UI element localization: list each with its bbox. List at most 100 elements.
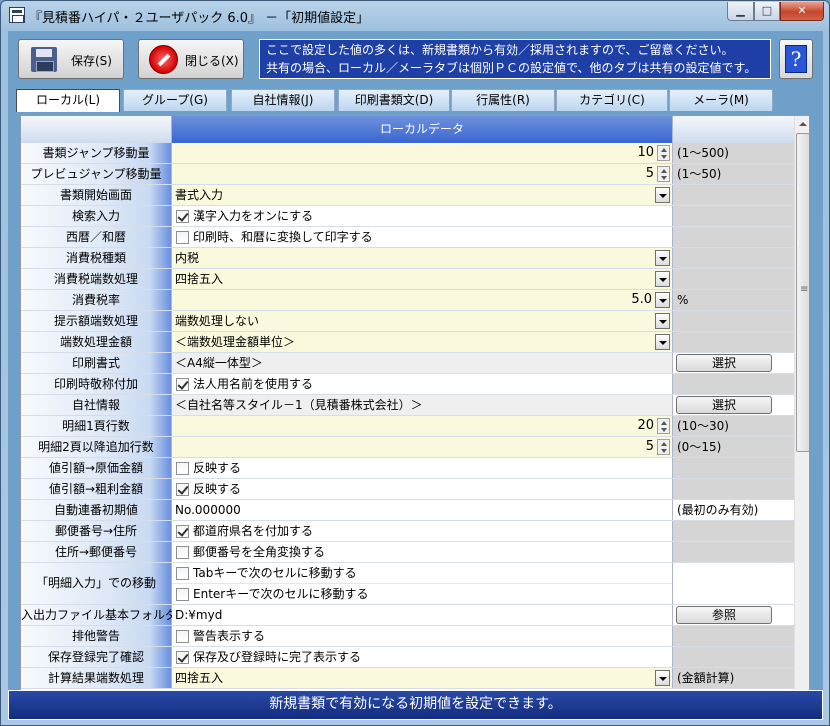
row-value: 保存及び登録時に完了表示する: [172, 647, 673, 667]
settings-row: 明細1頁行数 20 (10〜30): [21, 416, 794, 437]
status-bar: 新規書類で有効になる初期値を設定できます。: [8, 690, 823, 720]
settings-row: 書類開始画面 書式入力: [21, 185, 794, 206]
checkbox[interactable]: [176, 588, 189, 601]
number-input[interactable]: 10: [637, 143, 654, 163]
tab-5[interactable]: カテゴリ(C): [556, 89, 668, 111]
app-icon[interactable]: [9, 7, 25, 23]
row-label: 「明細入力」での移動: [21, 563, 172, 604]
settings-row: 端数処理金額 ＜端数処理金額単位＞: [21, 332, 794, 353]
settings-row: 自社情報 ＜自社名等スタイル－1（見積番株式会社）＞ 選択: [21, 395, 794, 416]
text-input[interactable]: D:¥myd: [175, 605, 222, 625]
checkbox[interactable]: [176, 546, 189, 559]
dropdown-arrow-icon[interactable]: [655, 313, 670, 329]
tab-strip: ローカル(L) グループ(G) 自社情報(J) 印刷書類文(D) 行属性(R) カテゴリ(…: [8, 89, 823, 112]
tab-6[interactable]: メーラ(M): [669, 89, 773, 111]
row-extra: 参照: [673, 605, 794, 625]
checkbox[interactable]: [176, 210, 189, 223]
tab-4[interactable]: 行属性(R): [451, 89, 555, 111]
range-hint: (1〜50): [677, 167, 722, 181]
dropdown-arrow-icon[interactable]: [655, 271, 670, 287]
row-extra: [673, 458, 794, 478]
select-button[interactable]: 選択: [676, 396, 772, 414]
tab-3[interactable]: 印刷書類文(D): [338, 89, 450, 111]
settings-row: 計算結果端数処理 四捨五入 (金額計算): [21, 668, 794, 689]
spinner-icon[interactable]: [657, 145, 670, 161]
row-value: D:¥myd: [172, 605, 673, 625]
row-label: 入出力ファイル基本フォルダ: [21, 605, 177, 625]
row-value: 5: [172, 437, 673, 457]
window-title: 『見積番ハイパ・２ユーザパック 6.0』 －「初期値設定」: [29, 11, 370, 26]
row-label: 自社情報: [21, 395, 172, 415]
row-label: 明細1頁行数: [21, 416, 172, 436]
checkbox-label: 警告表示する: [193, 629, 266, 643]
checkbox[interactable]: [176, 567, 189, 580]
scroll-thumb[interactable]: [796, 133, 809, 452]
checkbox[interactable]: [176, 483, 189, 496]
row-value: 都道府県名を付加する: [172, 521, 673, 541]
checkbox[interactable]: [176, 231, 189, 244]
dropdown-arrow-icon[interactable]: [655, 670, 670, 686]
row-value: 警告表示する: [172, 626, 673, 646]
checkbox[interactable]: [176, 462, 189, 475]
select-value[interactable]: 書式入力: [175, 185, 223, 205]
close-window-button[interactable]: ✕: [780, 2, 824, 21]
number-input[interactable]: 20: [637, 416, 654, 436]
checkbox-label: 都道府県名を付加する: [193, 524, 314, 538]
select-button[interactable]: 選択: [676, 354, 772, 372]
number-input[interactable]: 5: [646, 164, 654, 184]
number-input[interactable]: 5: [646, 437, 654, 457]
maximize-button[interactable]: □: [754, 2, 780, 21]
checkbox[interactable]: [176, 378, 189, 391]
row-label: 値引額→原価金額: [21, 458, 172, 478]
save-button[interactable]: 保存(S): [18, 39, 124, 79]
row-extra: [673, 521, 794, 541]
checkbox[interactable]: [176, 630, 189, 643]
title-bar[interactable]: 『見積番ハイパ・２ユーザパック 6.0』 －「初期値設定」 ▁ □ ✕: [1, 1, 829, 29]
row-value: 漢字入力をオンにする: [172, 206, 673, 226]
spinner-icon[interactable]: [657, 439, 670, 455]
row-value: 10: [172, 143, 673, 163]
help-button[interactable]: ?: [779, 39, 813, 79]
spinner-icon[interactable]: [657, 418, 670, 434]
settings-row: 消費税端数処理 四捨五入: [21, 269, 794, 290]
spinner-icon[interactable]: [657, 166, 670, 182]
checkbox[interactable]: [176, 651, 189, 664]
select-value[interactable]: 内税: [175, 248, 199, 268]
row-value: 四捨五入: [172, 668, 673, 688]
text-input[interactable]: No.000000: [175, 500, 241, 520]
dropdown-arrow-icon[interactable]: [655, 250, 670, 266]
tab-2[interactable]: 自社情報(J): [231, 89, 335, 111]
checkbox-label: 法人用名前を使用する: [193, 377, 314, 391]
row-value: 反映する: [172, 458, 673, 478]
row-label: 端数処理金額: [21, 332, 172, 352]
checkbox[interactable]: [176, 525, 189, 538]
number-input[interactable]: 5.0: [631, 290, 652, 310]
dropdown-arrow-icon[interactable]: [655, 292, 670, 308]
row-label: 郵便番号→住所: [21, 521, 172, 541]
dropdown-arrow-icon[interactable]: [655, 334, 670, 350]
close-button-label: 閉じる(X): [185, 54, 239, 68]
vertical-scrollbar[interactable]: [794, 116, 809, 702]
row-value: 内税: [172, 248, 673, 268]
select-value[interactable]: 四捨五入: [175, 668, 223, 688]
select-value[interactable]: ＜端数処理金額単位＞: [175, 332, 295, 352]
row-value: 書式入力: [172, 185, 673, 205]
checkbox-label: Tabキーで次のセルに移動する: [193, 566, 357, 580]
select-button[interactable]: 参照: [676, 606, 772, 624]
range-hint: %: [677, 293, 689, 307]
settings-grid: ローカルデータ 書類ジャンプ移動量 10 (1〜500) プレビュジャンプ移動量 5 (1…: [20, 115, 810, 703]
select-value[interactable]: 端数処理しない: [175, 311, 259, 331]
row-label: 消費税種類: [21, 248, 172, 268]
minimize-button[interactable]: ▁: [727, 2, 754, 21]
select-value[interactable]: 四捨五入: [175, 269, 223, 289]
tab-0[interactable]: ローカル(L): [16, 89, 120, 112]
dropdown-arrow-icon[interactable]: [655, 187, 670, 203]
settings-row: 明細2頁以降追加行数 5 (0〜15): [21, 437, 794, 458]
scroll-up-arrow-icon[interactable]: [795, 116, 809, 132]
settings-row: 保存登録完了確認 保存及び登録時に完了表示する: [21, 647, 794, 668]
row-extra: [673, 206, 794, 226]
close-button[interactable]: 閉じる(X): [138, 39, 244, 79]
row-extra: %: [673, 290, 794, 310]
row-label: プレビュジャンプ移動量: [21, 164, 172, 184]
tab-1[interactable]: グループ(G): [123, 89, 227, 111]
